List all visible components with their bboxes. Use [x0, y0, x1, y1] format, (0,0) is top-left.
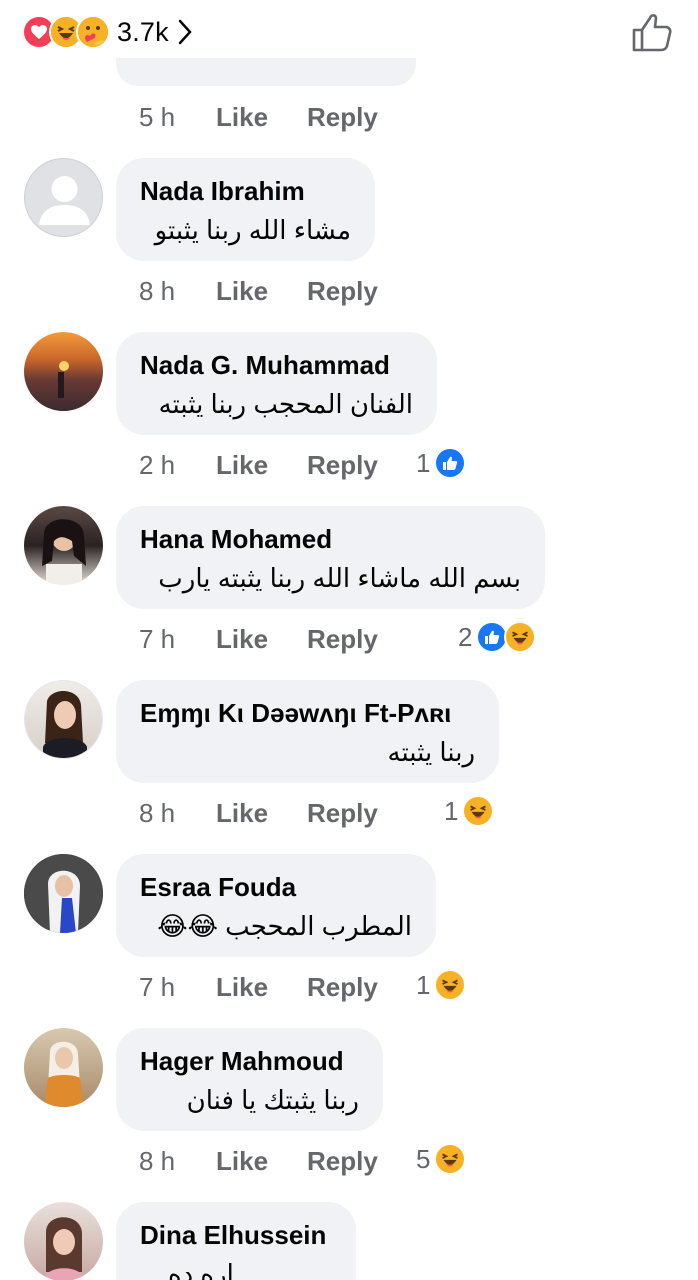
like-button[interactable]: Like [216, 798, 307, 829]
comment-reactions[interactable]: 1 [416, 446, 467, 480]
reply-button[interactable]: Reply [307, 624, 378, 655]
avatar[interactable] [24, 1028, 103, 1107]
reaction-count: 3.7k [117, 16, 169, 47]
comment-time: 8 h [139, 275, 176, 306]
comment-reaction-count: 1 [444, 795, 459, 826]
like-button[interactable]: Like [216, 276, 307, 307]
thumbs-up-outline-icon[interactable] [630, 10, 674, 54]
comment-reactions[interactable]: 1 [444, 794, 495, 828]
like-button[interactable]: Like [216, 450, 307, 481]
comment-actions: 7 h Like Reply [139, 970, 378, 1004]
comment-text: بسم الله ماشاء الله ربنا يثبته يارب [158, 563, 521, 593]
comment-author[interactable]: Eɱɱι Kι Dəəwʌŋι Ft-Pʌʀι [140, 696, 475, 730]
comment-actions: 2 h Like Reply [139, 448, 378, 482]
comment-actions: 7 h Like Reply [139, 622, 378, 656]
comment-actions: 8 h Like Reply [139, 1144, 378, 1178]
care-icon [76, 15, 110, 49]
chevron-right-icon[interactable] [177, 18, 193, 46]
comment-author[interactable]: Nada G. Muhammad [140, 348, 413, 382]
comment-time: 7 h [139, 971, 176, 1002]
avatar[interactable] [24, 332, 103, 411]
previous-comment-bubble [116, 58, 416, 86]
comment-time: 5 h [139, 101, 176, 132]
reactions-summary[interactable]: 3.7k [22, 14, 193, 50]
reply-button[interactable]: Reply [307, 450, 378, 481]
comment-text: الفنان المحجب ربنا يثبته [158, 389, 413, 419]
comment-bubble[interactable]: Nada G. Muhammad الفنان المحجب ربنا يثبت… [116, 332, 437, 435]
comment-author[interactable]: Esraa Fouda [140, 870, 412, 904]
comment-author[interactable]: Hana Mohamed [140, 522, 521, 556]
comment-time: 2 h [139, 449, 176, 480]
avatar[interactable] [24, 1202, 103, 1280]
comment-actions: 8 h Like Reply [139, 796, 378, 830]
comment-time: 8 h [139, 1145, 176, 1176]
comment-author[interactable]: Dina Elhussein [140, 1218, 332, 1252]
like-button[interactable]: Like [216, 624, 307, 655]
like-button[interactable]: Like [216, 1146, 307, 1177]
reply-button[interactable]: Reply [307, 798, 378, 829]
like-button[interactable]: Like [216, 972, 307, 1003]
reply-button[interactable]: Reply [307, 1146, 378, 1177]
reactions-header: 3.7k [0, 0, 698, 66]
reply-button[interactable]: Reply [307, 972, 378, 1003]
comment-time: 7 h [139, 623, 176, 654]
comment-text: مشاء الله ربنا يثبتو [154, 215, 351, 245]
reply-button[interactable]: Reply [307, 276, 378, 307]
comment-actions: 8 h Like Reply [139, 274, 378, 308]
comment-bubble[interactable]: Hager Mahmoud ربنا يثبتك يا فنان [116, 1028, 383, 1131]
comment-time: 8 h [139, 797, 176, 828]
comment-reaction-count: 5 [416, 1143, 431, 1174]
comment-bubble[interactable]: Dina Elhussein اره ده [116, 1202, 356, 1280]
comment-reactions[interactable]: 1 [416, 968, 467, 1002]
avatar[interactable] [24, 680, 103, 759]
comment-text: ربنا يثبته [387, 737, 476, 767]
comment-reaction-count: 1 [416, 969, 431, 1000]
comment-reaction-count: 1 [416, 447, 431, 478]
comment-text: المطرب المحجب 😂😂 [157, 911, 412, 941]
avatar[interactable] [24, 506, 103, 585]
haha-icon [462, 795, 495, 827]
comment-bubble[interactable]: Eɱɱι Kι Dəəwʌŋι Ft-Pʌʀι ربنا يثبته [116, 680, 499, 783]
comment-bubble[interactable]: Esraa Fouda المطرب المحجب 😂😂 [116, 854, 436, 957]
reply-button[interactable]: Reply [307, 102, 378, 133]
comment-reaction-count: 2 [458, 621, 473, 652]
haha-icon [434, 969, 467, 1001]
comment-text: ربنا يثبتك يا فنان [186, 1085, 359, 1115]
comment-author[interactable]: Hager Mahmoud [140, 1044, 359, 1078]
avatar[interactable] [24, 854, 103, 933]
comment-author[interactable]: Nada Ibrahim [140, 174, 351, 208]
default-avatar-icon [39, 176, 90, 225]
comment-reactions[interactable]: 2 [458, 620, 537, 654]
haha-icon [434, 1143, 467, 1175]
haha-icon [504, 621, 537, 653]
like-button[interactable]: Like [216, 102, 307, 133]
avatar[interactable] [24, 158, 103, 237]
like-icon [434, 447, 467, 479]
comment-reactions[interactable]: 5 [416, 1142, 467, 1176]
previous-comment-actions: 5 h Like Reply [139, 100, 378, 134]
comment-bubble[interactable]: Hana Mohamed بسم الله ماشاء الله ربنا يث… [116, 506, 545, 609]
comment-text: اره ده [168, 1259, 234, 1280]
comment-bubble[interactable]: Nada Ibrahim مشاء الله ربنا يثبتو [116, 158, 375, 261]
